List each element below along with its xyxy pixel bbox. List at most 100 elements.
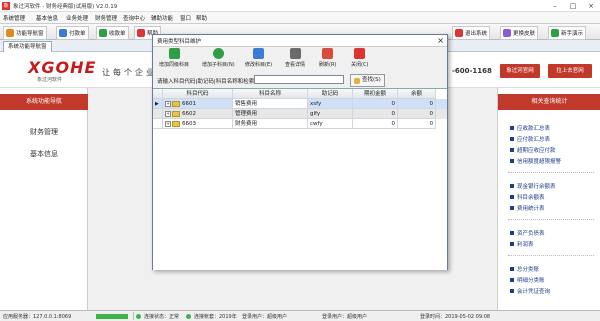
minimize-icon[interactable]: – [546,0,564,12]
cell-mnemonic: cwfy [308,119,353,129]
edit-icon [253,48,265,59]
toolbar-exit-label: 退出系统 [465,31,488,37]
link-credit-alert[interactable]: 信用额度超限报警 [510,157,561,165]
link-voucher-query[interactable]: 会计凭证查询 [510,287,550,295]
window-title: 象过河软件 - 财务经典版(试用版) V2.0.19 [13,4,118,10]
bullet-icon [510,137,514,141]
maximize-icon[interactable]: □ [564,0,582,12]
dialog-title: 费用类型科目维护 [157,39,202,45]
cell-code: +6603 [163,119,233,129]
menu-query[interactable]: 查询中心 [123,14,145,22]
cell-code: +6602 [163,109,233,119]
link-balance-sheet[interactable]: 资产负债表 [510,229,545,237]
link-label: 利润表 [517,242,534,248]
toolbar-skin-button[interactable]: 更换皮肤 [500,26,539,40]
dialog-toolbar: 增加同级科目 增加子科目(N) 修改科目(E) 查看详情 刷新(R) 关闭(C) [153,46,447,73]
edit-account-button[interactable]: 修改科目(E) [245,48,272,68]
toolbar-demo-button[interactable]: 新手演示 [548,26,587,40]
expand-icon[interactable]: + [165,110,171,117]
tool-label: 关闭(C) [351,62,369,68]
receipt-icon [99,29,107,37]
account-maintenance-dialog: 费用类型科目维护 × 增加同级科目 增加子科目(N) 修改科目(E) 查看详情 … [152,34,448,270]
menu-finance[interactable]: 财务管理 [95,14,117,22]
payment-icon [59,29,67,37]
nav-item-finance[interactable]: 财务管理 [0,124,88,140]
col-name[interactable]: 科目名称 [233,89,308,99]
menu-help[interactable]: 帮助 [196,14,207,22]
expand-icon[interactable]: + [165,100,171,107]
link-profit[interactable]: 利润表 [510,240,534,248]
cell-mnemonic: glfy [308,109,353,119]
divider [508,255,594,256]
link-payable-summary[interactable]: 应付款汇总表 [510,135,550,143]
link-cash-bank[interactable]: 现金银行余额表 [510,182,556,190]
link-account-balance[interactable]: 科目余额表 [510,193,545,201]
skin-icon [503,29,511,37]
link-detail-ledger[interactable]: 明细分类账 [510,276,545,284]
official-site-button[interactable]: 象过河官网 [500,64,540,78]
link-overdue[interactable]: 超期应收应付款 [510,146,556,154]
menu-basic-info[interactable]: 基本信息 [36,14,58,22]
toolbar-payment-button[interactable]: 付款单 [56,26,89,40]
row-selector-icon: ▶ [153,99,163,109]
status-divider [133,312,134,320]
col-code[interactable]: 科目代码 [163,89,233,99]
toolbar-demo-label: 新手演示 [561,31,584,37]
menu-system[interactable]: 系统管理 [3,14,25,22]
cell-balance: 0 [398,119,436,129]
window-titlebar: 象 象过河软件 - 财务经典版(试用版) V2.0.19 – □ × [0,0,600,12]
table-row[interactable]: +6603 财务费用 cwfy 0 0 [153,119,447,129]
forum-site-button[interactable]: 拉上去官网 [548,64,592,78]
cell-mnemonic: xsfy [308,99,353,109]
status-bar: 应用服务器：127.0.0.1:8069 连接状态：正常 连接帐套：2019年 … [0,310,600,321]
toolbar-nav-button[interactable]: 功能导航窗 [3,26,47,40]
link-expense-stats[interactable]: 费用统计表 [510,204,545,212]
table-row[interactable]: +6602 管理费用 glfy 0 0 [153,109,447,119]
link-label: 明细分类账 [517,278,545,284]
search-label: 请输入科目代码|助记码|科目名称和检索: [157,79,257,85]
col-balance[interactable]: 余额 [398,89,436,99]
divider [508,172,594,173]
toolbar-exit-button[interactable]: 退出系统 [452,26,491,40]
col-opening[interactable]: 期初金额 [353,89,398,99]
link-receivable-summary[interactable]: 应收款汇总表 [510,124,550,132]
expand-icon[interactable]: + [165,120,171,127]
cell-name: 财务费用 [233,119,308,129]
nav-item-basic-info[interactable]: 基本信息 [0,146,88,162]
window-close-icon[interactable]: × [582,0,600,12]
link-label: 超期应收应付款 [517,148,556,154]
close-dialog-button[interactable]: 关闭(C) [351,48,368,68]
view-detail-button[interactable]: 查看详情 [285,48,305,68]
folder-icon [172,110,180,117]
search-input[interactable] [254,75,344,84]
help-icon [137,29,145,37]
add-sibling-icon [168,48,180,59]
link-general-ledger[interactable]: 总分类账 [510,265,539,273]
divider [508,219,594,220]
dialog-close-icon[interactable]: × [437,35,444,46]
toolbar-receipt-button[interactable]: 收款单 [96,26,129,40]
table-row[interactable]: ▶ +6601 销售费用 xsfy 0 0 [153,99,447,109]
status-connection: 连接状态：正常 [144,314,180,320]
link-label: 科目余额表 [517,195,545,201]
cell-code: +6601 [163,99,233,109]
cell-balance: 0 [398,109,436,119]
cell-opening: 0 [353,99,398,109]
menu-aux[interactable]: 辅助功能 [151,14,173,22]
menu-business[interactable]: 业务处理 [66,14,88,22]
menu-window[interactable]: 窗口 [180,14,191,22]
status-user2: 登录用户：超级用户 [322,314,368,320]
cell-code-text: 6602 [182,111,196,117]
row-selector [153,109,163,119]
exit-icon [455,29,463,37]
link-label: 资产负债表 [517,231,545,237]
add-sibling-button[interactable]: 增加同级科目 [159,48,189,68]
add-child-icon [212,48,224,59]
search-button[interactable]: 查找(S) [350,74,385,87]
cell-code-text: 6601 [182,101,196,107]
link-label: 应收款汇总表 [517,126,551,132]
add-child-button[interactable]: 增加子科目(N) [202,48,235,68]
refresh-button[interactable]: 刷新(R) [319,48,336,68]
col-mnemonic[interactable]: 助记码 [308,89,353,99]
tool-label: 修改科目(E) [245,62,273,68]
